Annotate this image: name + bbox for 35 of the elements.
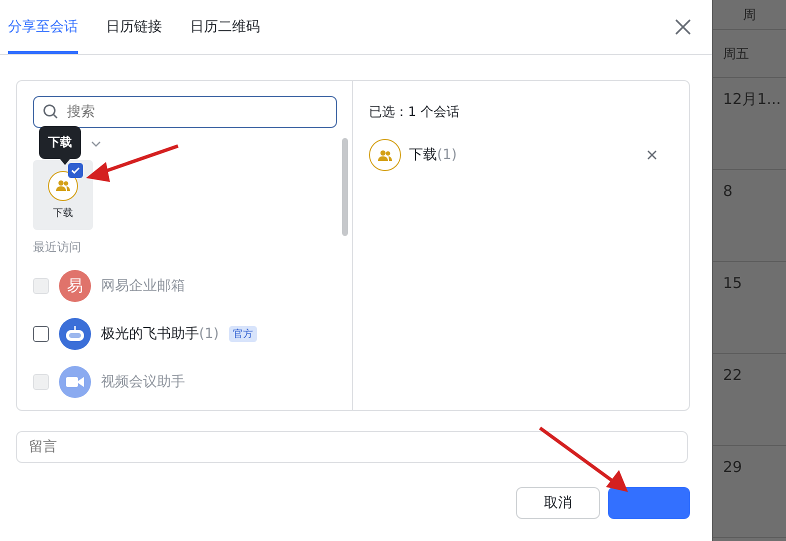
check-icon [71,167,80,174]
section-label: 最近访问 [33,239,82,256]
calendar-date[interactable]: 15 [713,262,786,354]
selected-count: 已选：1 个会话 [369,104,460,121]
remove-icon[interactable] [647,150,657,160]
tab[interactable]: 分享至会话 [8,0,78,54]
weekday-label: 周五 [713,30,786,78]
calendar-date[interactable]: 29 [713,446,786,538]
checkbox[interactable] [68,163,83,178]
group-name: 下载 [53,206,73,220]
tab[interactable]: 日历链接 [106,0,162,54]
group-icon [378,150,392,160]
checkbox[interactable] [33,326,49,342]
avatar: 易 [59,270,91,302]
tab[interactable]: 日历二维码 [190,0,260,54]
message-field[interactable]: 留言 [16,431,688,463]
tooltip: 下载 [39,126,81,159]
chat-name: 网易企业邮箱 [101,277,185,295]
close-icon[interactable] [674,18,692,36]
cancel-button[interactable]: 取消 [516,487,600,519]
search-icon [43,104,58,119]
chat-name: 视频会议助手 [101,373,185,391]
group-tile[interactable]: 下载 [33,160,93,230]
chat-name: 极光的飞书助手(1) [101,325,219,343]
search-field[interactable]: 搜索 [33,96,337,128]
group-icon [56,180,70,191]
scrollbar[interactable] [342,138,348,236]
calendar-date[interactable]: 22 [713,354,786,446]
calendar-date[interactable]: 8 [713,170,786,262]
calendar-header: 周 [713,0,786,30]
chevron-down-icon[interactable] [91,140,101,148]
calendar-date[interactable]: 12月1... [713,78,786,170]
tooltip-pointer [60,159,70,165]
chat-name: 下载(1) [409,146,457,164]
official-tag: 官方 [228,326,257,342]
